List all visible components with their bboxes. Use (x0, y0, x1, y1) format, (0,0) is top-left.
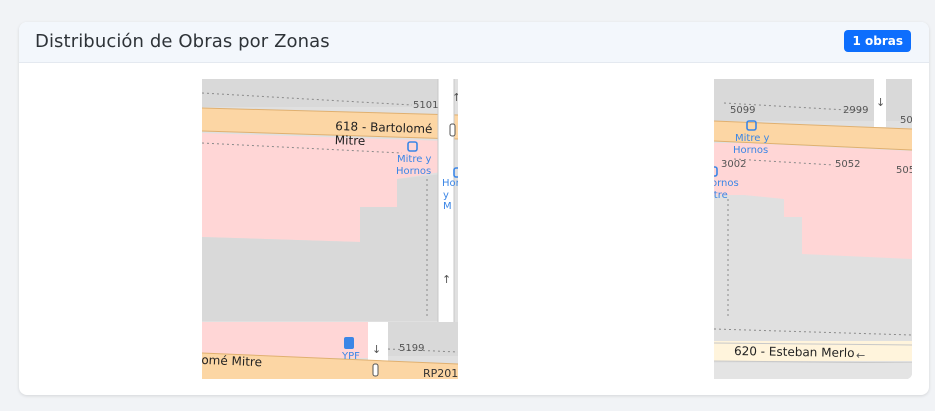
bus-stop-label-1: Mitre y (735, 133, 770, 144)
house-number-5099: 5099 (730, 105, 756, 116)
house-number-505: 505 (896, 165, 912, 176)
street-label-esteban-merlo: 620 - Esteban Merlo (733, 343, 855, 361)
house-number-5101: 5101 (413, 100, 439, 111)
bus-stop-partial-2: itre (714, 190, 728, 201)
card-title: Distribución de Obras por Zonas (35, 31, 330, 52)
map-right-canvas: ↓ ← (714, 79, 912, 379)
obras-count-badge: 1 obras (844, 30, 911, 52)
obras-card: Distribución de Obras por Zonas 1 obras (19, 22, 929, 395)
house-number-3002: 3002 (721, 159, 747, 170)
bus-stop-label-2: Hornos (396, 166, 432, 177)
street-label-bartolome-mitre: 618 - Bartolomé Mitre (334, 119, 433, 149)
house-number-5052: 5052 (835, 159, 861, 170)
svg-text:↑: ↑ (452, 91, 458, 104)
svg-text:↑: ↑ (442, 273, 451, 286)
route-label-rp201: RP201 (423, 367, 458, 379)
house-number-2999: 2999 (843, 105, 869, 116)
bus-stop-label-2: Hornos (733, 145, 769, 156)
svg-text:↓: ↓ (876, 96, 885, 109)
bus-stop-label-1: Mitre y (397, 154, 432, 165)
svg-text:←: ← (856, 349, 865, 362)
bus-stop-partial-2: y M (443, 190, 452, 212)
card-header: Distribución de Obras por Zonas 1 obras (19, 22, 929, 63)
fuel-label-ypf: YPF (342, 351, 360, 362)
street-label-mitre-partial: lomé Mitre (202, 352, 263, 370)
svg-text:↓: ↓ (372, 343, 381, 356)
house-number-50: 50 (900, 115, 912, 126)
bus-stop-partial-1: Hor (442, 178, 458, 189)
house-number-5199: 5199 (399, 343, 425, 354)
map-tile-left[interactable]: ↑ ↑ ↓ 618 - Bartolomé Mitre 5101 Mitre y… (202, 79, 458, 379)
map-tile-right[interactable]: ↓ ← 5099 2999 50 Mitre y Hornos 3002 505… (714, 79, 912, 379)
bus-stop-partial-1: ornos (714, 178, 739, 189)
